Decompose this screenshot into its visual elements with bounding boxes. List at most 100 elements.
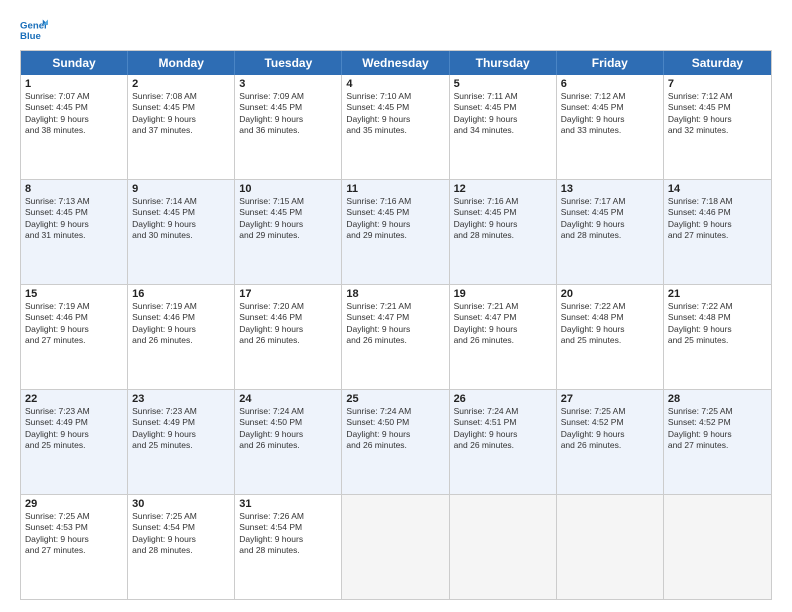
cell-line: Sunset: 4:45 PM (239, 102, 337, 113)
calendar-row: 15Sunrise: 7:19 AMSunset: 4:46 PMDayligh… (21, 284, 771, 389)
calendar-cell: 12Sunrise: 7:16 AMSunset: 4:45 PMDayligh… (450, 180, 557, 284)
cell-line: Sunrise: 7:19 AM (25, 301, 123, 312)
cell-line: and 28 minutes. (454, 230, 552, 241)
cell-line: Daylight: 9 hours (25, 324, 123, 335)
cell-line: Daylight: 9 hours (132, 219, 230, 230)
day-number: 18 (346, 288, 444, 300)
cell-line: Sunrise: 7:21 AM (454, 301, 552, 312)
cell-line: Daylight: 9 hours (346, 324, 444, 335)
cell-line: Sunrise: 7:17 AM (561, 196, 659, 207)
day-number: 27 (561, 393, 659, 405)
cell-line: Daylight: 9 hours (25, 219, 123, 230)
calendar-cell: 19Sunrise: 7:21 AMSunset: 4:47 PMDayligh… (450, 285, 557, 389)
cell-line: and 25 minutes. (132, 440, 230, 451)
cell-line: Daylight: 9 hours (346, 114, 444, 125)
cell-line: and 33 minutes. (561, 125, 659, 136)
cell-line: Sunrise: 7:14 AM (132, 196, 230, 207)
calendar-cell: 21Sunrise: 7:22 AMSunset: 4:48 PMDayligh… (664, 285, 771, 389)
cell-line: Sunrise: 7:08 AM (132, 91, 230, 102)
cell-line: Sunrise: 7:13 AM (25, 196, 123, 207)
cell-line: Daylight: 9 hours (239, 114, 337, 125)
cell-line: Daylight: 9 hours (132, 324, 230, 335)
calendar-row: 22Sunrise: 7:23 AMSunset: 4:49 PMDayligh… (21, 389, 771, 494)
cell-line: Sunrise: 7:25 AM (132, 511, 230, 522)
cell-line: and 26 minutes. (346, 440, 444, 451)
day-number: 28 (668, 393, 767, 405)
calendar: SundayMondayTuesdayWednesdayThursdayFrid… (20, 50, 772, 600)
cell-line: Daylight: 9 hours (346, 219, 444, 230)
cell-line: Sunrise: 7:09 AM (239, 91, 337, 102)
cell-line: Daylight: 9 hours (668, 219, 767, 230)
cell-line: Sunset: 4:45 PM (561, 102, 659, 113)
cell-line: Daylight: 9 hours (239, 219, 337, 230)
header-day: Tuesday (235, 51, 342, 75)
cell-line: and 35 minutes. (346, 125, 444, 136)
cell-line: Sunrise: 7:07 AM (25, 91, 123, 102)
cell-line: Sunrise: 7:10 AM (346, 91, 444, 102)
cell-line: and 34 minutes. (454, 125, 552, 136)
cell-line: and 27 minutes. (25, 335, 123, 346)
cell-line: Sunrise: 7:23 AM (132, 406, 230, 417)
calendar-cell: 18Sunrise: 7:21 AMSunset: 4:47 PMDayligh… (342, 285, 449, 389)
calendar-cell: 29Sunrise: 7:25 AMSunset: 4:53 PMDayligh… (21, 495, 128, 599)
cell-line: Sunrise: 7:26 AM (239, 511, 337, 522)
calendar-row: 29Sunrise: 7:25 AMSunset: 4:53 PMDayligh… (21, 494, 771, 599)
cell-line: Sunset: 4:50 PM (239, 417, 337, 428)
day-number: 12 (454, 183, 552, 195)
cell-line: and 29 minutes. (239, 230, 337, 241)
cell-line: Daylight: 9 hours (561, 429, 659, 440)
day-number: 16 (132, 288, 230, 300)
day-number: 14 (668, 183, 767, 195)
calendar-cell: 28Sunrise: 7:25 AMSunset: 4:52 PMDayligh… (664, 390, 771, 494)
day-number: 21 (668, 288, 767, 300)
cell-line: and 26 minutes. (454, 335, 552, 346)
cell-line: Sunset: 4:45 PM (454, 207, 552, 218)
cell-line: and 27 minutes. (668, 230, 767, 241)
calendar-cell: 11Sunrise: 7:16 AMSunset: 4:45 PMDayligh… (342, 180, 449, 284)
cell-line: Daylight: 9 hours (239, 324, 337, 335)
cell-line: Daylight: 9 hours (668, 429, 767, 440)
cell-line: and 26 minutes. (239, 335, 337, 346)
cell-line: and 27 minutes. (668, 440, 767, 451)
cell-line: and 26 minutes. (346, 335, 444, 346)
header-day: Monday (128, 51, 235, 75)
calendar-row: 1Sunrise: 7:07 AMSunset: 4:45 PMDaylight… (21, 75, 771, 179)
cell-line: Sunset: 4:45 PM (346, 102, 444, 113)
day-number: 19 (454, 288, 552, 300)
logo-icon: General Blue (20, 16, 48, 44)
cell-line: and 25 minutes. (668, 335, 767, 346)
cell-line: Sunset: 4:49 PM (132, 417, 230, 428)
calendar-cell (664, 495, 771, 599)
cell-line: Sunrise: 7:18 AM (668, 196, 767, 207)
day-number: 10 (239, 183, 337, 195)
cell-line: Sunset: 4:45 PM (132, 102, 230, 113)
cell-line: Sunrise: 7:12 AM (561, 91, 659, 102)
calendar-cell: 2Sunrise: 7:08 AMSunset: 4:45 PMDaylight… (128, 75, 235, 179)
day-number: 24 (239, 393, 337, 405)
cell-line: and 28 minutes. (239, 545, 337, 556)
cell-line: Sunset: 4:45 PM (25, 102, 123, 113)
cell-line: Sunset: 4:54 PM (132, 522, 230, 533)
cell-line: Daylight: 9 hours (561, 114, 659, 125)
calendar-header: SundayMondayTuesdayWednesdayThursdayFrid… (21, 51, 771, 75)
cell-line: and 26 minutes. (454, 440, 552, 451)
cell-line: Sunset: 4:53 PM (25, 522, 123, 533)
cell-line: Sunrise: 7:16 AM (454, 196, 552, 207)
cell-line: Sunset: 4:45 PM (346, 207, 444, 218)
calendar-cell: 15Sunrise: 7:19 AMSunset: 4:46 PMDayligh… (21, 285, 128, 389)
calendar-cell: 8Sunrise: 7:13 AMSunset: 4:45 PMDaylight… (21, 180, 128, 284)
calendar-body: 1Sunrise: 7:07 AMSunset: 4:45 PMDaylight… (21, 75, 771, 599)
cell-line: Sunrise: 7:15 AM (239, 196, 337, 207)
cell-line: Daylight: 9 hours (454, 114, 552, 125)
day-number: 11 (346, 183, 444, 195)
cell-line: Daylight: 9 hours (132, 429, 230, 440)
cell-line: Sunset: 4:45 PM (668, 102, 767, 113)
calendar-cell: 14Sunrise: 7:18 AMSunset: 4:46 PMDayligh… (664, 180, 771, 284)
day-number: 6 (561, 78, 659, 90)
cell-line: Sunrise: 7:25 AM (668, 406, 767, 417)
cell-line: Daylight: 9 hours (239, 429, 337, 440)
calendar-cell (450, 495, 557, 599)
calendar-row: 8Sunrise: 7:13 AMSunset: 4:45 PMDaylight… (21, 179, 771, 284)
cell-line: Sunset: 4:54 PM (239, 522, 337, 533)
day-number: 15 (25, 288, 123, 300)
